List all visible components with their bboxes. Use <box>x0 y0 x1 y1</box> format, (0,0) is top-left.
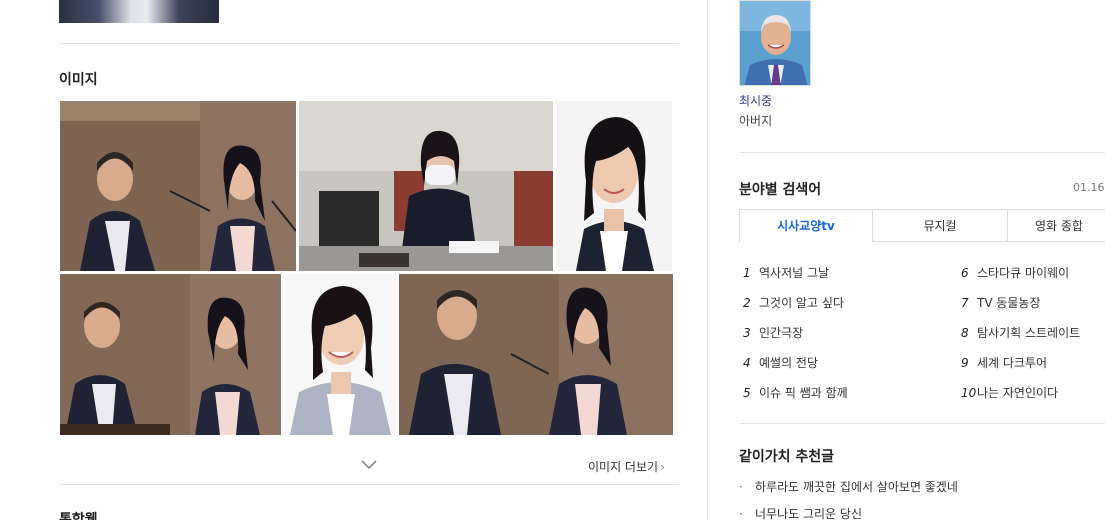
rank-label: 그것이 알고 싶다 <box>759 296 844 310</box>
person-name-link[interactable]: 최시중 <box>739 92 772 109</box>
rank-label: TV 동물농장 <box>977 296 1041 310</box>
recommend-title: 같이가치 추천글 <box>739 449 835 465</box>
rank-label: 스타다큐 마이웨이 <box>977 266 1070 280</box>
rank-number: 5 <box>743 386 751 400</box>
rank-label: 이슈 픽 쌤과 함께 <box>759 386 848 400</box>
tab-movie[interactable]: 영화 종합 <box>1007 210 1105 242</box>
sidebar-divider <box>739 423 1105 424</box>
chevron-down-icon[interactable] <box>359 458 379 472</box>
rank-label: 탐사기획 스트레이트 <box>977 326 1081 340</box>
image-result-5[interactable] <box>285 274 396 435</box>
rank-label: 세계 다크투어 <box>977 356 1048 370</box>
image-result-4[interactable] <box>60 274 281 435</box>
main-column: 이미지 이미지 더보기 › 통합웹 <box>0 0 708 520</box>
more-images-link[interactable]: 이미지 더보기 › <box>588 458 665 475</box>
person-photo[interactable] <box>739 0 811 86</box>
chevron-right-icon: › <box>660 460 665 474</box>
previous-result-thumbnail[interactable] <box>59 0 219 23</box>
image-result-1[interactable] <box>60 101 296 271</box>
rank-item[interactable]: 9 세계 다크투어 <box>961 354 1047 371</box>
rank-number: 9 <box>961 356 969 370</box>
rank-label: 나는 자연인이다 <box>977 386 1059 400</box>
rank-item[interactable]: 7 TV 동물농장 <box>961 294 1041 311</box>
rank-item[interactable]: 4 예썰의 전당 <box>743 354 818 371</box>
images-section-title: 이미지 <box>59 72 98 88</box>
rank-item[interactable]: 6 스타다큐 마이웨이 <box>961 264 1069 281</box>
image-result-2[interactable] <box>299 101 553 271</box>
bullet-icon: · <box>739 507 743 520</box>
keywords-date: 01.16. <box>1073 181 1105 194</box>
tab-musical[interactable]: 뮤지컬 <box>872 210 1007 242</box>
right-sidebar: 최시중 아버지 분야별 검색어 01.16. 시사교양tv 뮤지컬 영화 종합 … <box>709 0 1105 520</box>
rank-item[interactable]: 2 그것이 알고 싶다 <box>743 294 844 311</box>
rank-label: 예썰의 전당 <box>759 356 819 370</box>
rank-item[interactable]: 5 이슈 픽 쌤과 함께 <box>743 384 848 401</box>
section-divider <box>59 43 679 44</box>
rank-number: 1 <box>743 266 751 280</box>
rank-number: 8 <box>961 326 969 340</box>
rank-label: 인간극장 <box>759 326 804 340</box>
rank-number: 10 <box>961 386 977 400</box>
rank-number: 4 <box>743 356 751 370</box>
sidebar-divider <box>739 152 1105 153</box>
next-section-title: 통합웹 <box>59 512 98 520</box>
rank-number: 7 <box>961 296 969 310</box>
recommend-item-label: 너무나도 그리운 당신 <box>755 507 862 520</box>
rank-number: 6 <box>961 266 969 280</box>
page: 이미지 이미지 더보기 › 통합웹 최시중 아버지 분야별 검색어 01.16.… <box>0 0 1105 520</box>
rank-item[interactable]: 3 인간극장 <box>743 324 803 341</box>
recommend-item-label: 하루라도 깨끗한 집에서 살아보면 좋겠네 <box>755 480 958 494</box>
person-relation: 아버지 <box>739 114 773 128</box>
rank-label: 역사저널 그날 <box>759 266 830 280</box>
keyword-tabs: 시사교양tv 뮤지컬 영화 종합 <box>739 209 1105 242</box>
bullet-icon: · <box>739 480 743 494</box>
more-images-label: 이미지 더보기 <box>588 460 659 474</box>
keywords-title: 분야별 검색어 <box>739 182 822 198</box>
image-result-3[interactable] <box>556 101 672 271</box>
rank-number: 3 <box>743 326 751 340</box>
image-result-6[interactable] <box>399 274 673 435</box>
rank-item[interactable]: 1 역사저널 그날 <box>743 264 829 281</box>
tab-current-affairs[interactable]: 시사교양tv <box>740 210 872 242</box>
recommend-item[interactable]: · 너무나도 그리운 당신 <box>739 505 862 520</box>
recommend-item[interactable]: · 하루라도 깨끗한 집에서 살아보면 좋겠네 <box>739 478 958 495</box>
rank-item[interactable]: 10나는 자연인이다 <box>961 384 1058 401</box>
rank-number: 2 <box>743 296 751 310</box>
rank-item[interactable]: 8 탐사기획 스트레이트 <box>961 324 1080 341</box>
section-divider <box>59 484 679 485</box>
